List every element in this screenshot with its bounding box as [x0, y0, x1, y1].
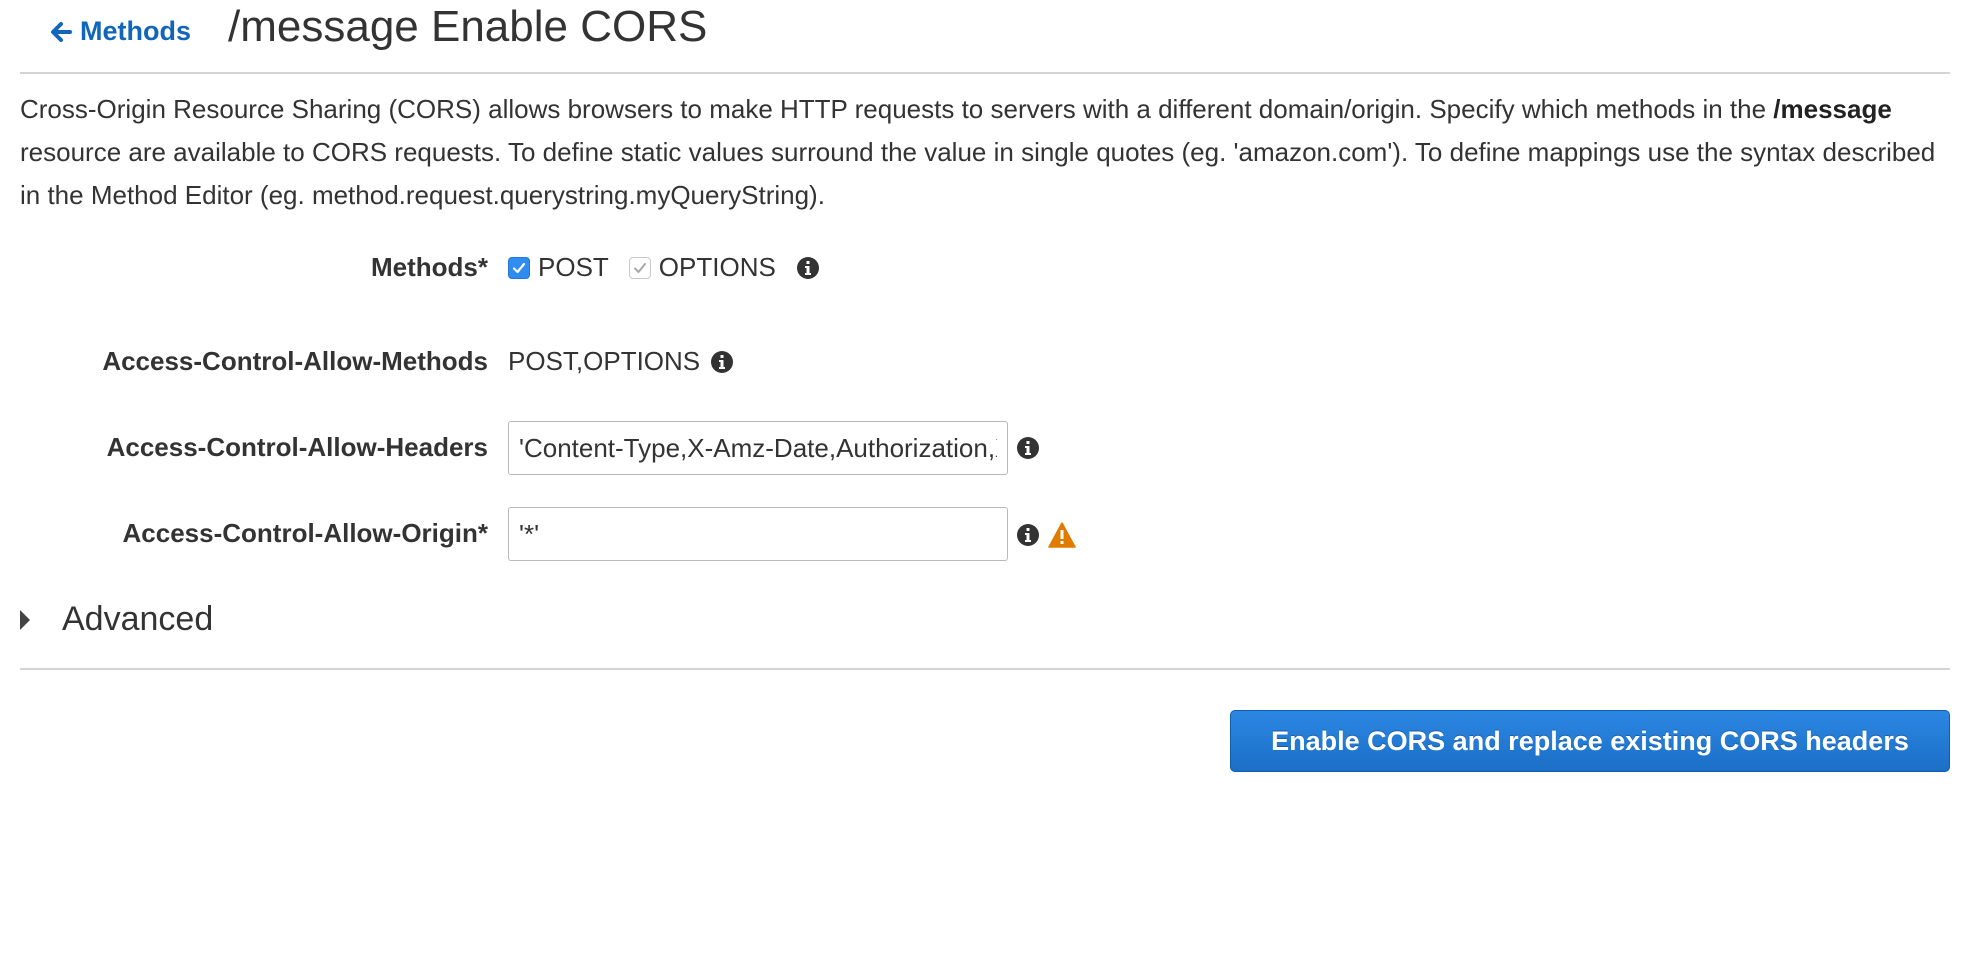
enable-cors-button[interactable]: Enable CORS and replace existing CORS he…	[1230, 710, 1950, 772]
checkmark-icon	[633, 262, 646, 273]
info-icon[interactable]	[1016, 523, 1040, 547]
arrow-left-icon	[51, 21, 72, 42]
allow-methods-field: POST,OPTIONS	[508, 346, 734, 377]
allow-headers-icons	[1016, 436, 1048, 460]
methods-label: Methods*	[371, 252, 488, 282]
info-icon[interactable]	[796, 256, 820, 280]
advanced-toggle[interactable]: Advanced	[20, 600, 213, 639]
description-text-1: Cross-Origin Resource Sharing (CORS) all…	[20, 94, 1774, 124]
allow-origin-label: Access-Control-Allow-Origin*	[122, 518, 488, 548]
warning-icon[interactable]	[1048, 522, 1076, 548]
options-checkbox-label: OPTIONS	[658, 252, 776, 282]
allow-methods-value: POST,OPTIONS	[508, 346, 701, 376]
post-checkbox-label: POST	[538, 252, 609, 282]
options-checkbox	[628, 256, 651, 279]
page-title: /message Enable CORS	[228, 2, 708, 51]
allow-headers-label: Access-Control-Allow-Headers	[106, 432, 488, 462]
caret-right-icon	[20, 609, 30, 630]
description-resource: /message	[1773, 94, 1892, 124]
advanced-label: Advanced	[62, 600, 214, 638]
post-checkbox[interactable]	[508, 256, 530, 279]
section-divider	[20, 668, 1950, 670]
back-to-methods-link[interactable]: Methods	[50, 16, 191, 47]
allow-headers-input[interactable]	[508, 421, 1008, 475]
info-icon[interactable]	[1016, 436, 1040, 460]
description-text-2: resource are available to CORS requests.…	[20, 137, 1936, 210]
enable-cors-page: Methods /message Enable CORS Cross-Origi…	[0, 0, 1964, 956]
allow-methods-label: Access-Control-Allow-Methods	[102, 346, 488, 376]
checkmark-icon	[512, 262, 526, 273]
methods-options: POST OPTIONS	[508, 252, 820, 283]
page-header: Methods /message Enable CORS	[20, 0, 1950, 74]
allow-origin-icons	[1016, 522, 1084, 548]
back-link-label: Methods	[80, 16, 191, 46]
cors-description: Cross-Origin Resource Sharing (CORS) all…	[20, 88, 1950, 217]
allow-origin-input[interactable]	[508, 507, 1008, 561]
info-icon[interactable]	[710, 350, 734, 374]
